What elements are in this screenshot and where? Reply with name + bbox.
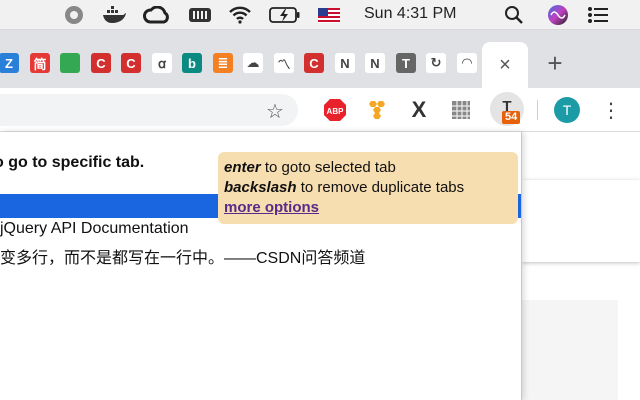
tab-10[interactable]: 〽 [271, 48, 297, 78]
active-tab[interactable]: × [482, 42, 528, 88]
result-row[interactable]: 变多行，而不是都写在一行中。——CSDN问答频道 [0, 244, 365, 268]
result-row[interactable]: jQuery API Documentation [0, 220, 189, 238]
tab-5[interactable]: C [118, 48, 144, 78]
address-bar[interactable] [0, 94, 298, 126]
menu-bar-clock[interactable]: Sun 4:31 PM [364, 5, 457, 23]
creative-cloud-icon[interactable] [142, 4, 172, 26]
page-card [522, 180, 640, 262]
tab-1[interactable]: Z [0, 48, 22, 78]
new-tab-button[interactable]: + [540, 48, 570, 78]
enter-hint-text: to goto selected tab [260, 159, 396, 176]
tab-favicon-icon: ≣ [213, 53, 233, 73]
tab-favicon-icon: N [335, 53, 355, 73]
tab-2[interactable]: 简 [27, 48, 53, 78]
tab-9[interactable]: ☁ [240, 48, 266, 78]
tab-7[interactable]: b [179, 48, 205, 78]
tab-favicon-icon: 〽 [274, 53, 294, 73]
backslash-hint: backslash to remove duplicate tabs [224, 178, 512, 198]
tab-favicon-icon: 简 [30, 53, 50, 73]
bookmark-star-icon[interactable]: ☆ [266, 99, 284, 124]
honeycomb-extension-icon[interactable] [364, 97, 390, 123]
tab-favicon-icon: Z [0, 53, 19, 73]
tab-13[interactable]: N [362, 48, 388, 78]
tab-favicon-icon [60, 53, 80, 73]
grid-extension-icon[interactable] [448, 97, 474, 123]
keyboard-hint-tooltip: enter to goto selected tab backslash to … [218, 152, 518, 224]
abp-label: ABP [327, 107, 345, 116]
battery-icon[interactable] [268, 4, 302, 26]
browser-tab-strip: Z 简 C Cꭤ b ≣ ☁ 〽 C N N T ↻ ◠ × + [0, 30, 640, 88]
memory-icon[interactable] [186, 4, 214, 26]
us-flag-icon[interactable] [316, 4, 342, 26]
backslash-key-label: backslash [224, 179, 297, 196]
tab-favicon-icon: b [182, 53, 202, 73]
profile-avatar-label: T [562, 102, 572, 118]
tab-6[interactable]: ꭤ [149, 48, 175, 78]
browser-toolbar: ☆ ABP X T 54 T ⋮ [0, 88, 640, 132]
x-extension[interactable]: X [406, 97, 432, 123]
browser-menu-icon[interactable]: ⋮ [598, 97, 624, 123]
x-extension-label: X [411, 97, 427, 122]
popup-instructions: o go to specific tab. [0, 154, 145, 171]
tab-16[interactable]: ◠ [454, 48, 480, 78]
tab-favicon-icon: T [396, 53, 416, 73]
tab-favicon-icon: C [304, 53, 324, 73]
menu-glyph: ⋮ [601, 99, 621, 122]
tab-14[interactable]: T [393, 48, 419, 78]
close-tab-icon[interactable]: × [499, 54, 511, 77]
tab-12[interactable]: N [332, 48, 358, 78]
more-options-link[interactable]: more options [224, 199, 319, 216]
tab-favicon-icon: ↻ [426, 53, 446, 73]
tweak-icon[interactable] [62, 4, 86, 26]
toolbar-separator [537, 100, 538, 120]
profile-avatar[interactable]: T [554, 97, 580, 123]
tab-favicon-icon: ☁ [243, 53, 263, 73]
page-gray-panel [522, 300, 618, 400]
tab-favicon-icon: C [91, 53, 111, 73]
wifi-icon[interactable] [226, 4, 254, 26]
tab-11[interactable]: C [301, 48, 327, 78]
tab-favicon-icon: N [365, 53, 385, 73]
enter-hint: enter to goto selected tab [224, 158, 512, 178]
tab-4[interactable]: C [88, 48, 114, 78]
macos-menu-bar: Sun 4:31 PM [0, 0, 640, 30]
enter-key-label: enter [224, 159, 261, 176]
tab-favicon-icon: ◠ [457, 53, 477, 73]
docker-icon[interactable] [100, 4, 128, 26]
tab-8[interactable]: ≣ [210, 48, 236, 78]
notification-center-icon[interactable] [586, 4, 610, 26]
search-icon[interactable] [502, 4, 526, 26]
tab-15[interactable]: ↻ [423, 48, 449, 78]
tab-favicon-icon: C [121, 53, 141, 73]
adblock-plus-extension[interactable]: ABP [322, 97, 348, 123]
tab-3[interactable] [57, 48, 83, 78]
tab-favicon-icon: ꭤ [152, 53, 172, 73]
backslash-hint-text: to remove duplicate tabs [296, 179, 465, 196]
siri-icon[interactable] [546, 4, 570, 26]
tab-count-badge: 54 [502, 111, 521, 124]
tab-manager-extension[interactable]: T 54 [490, 92, 524, 126]
